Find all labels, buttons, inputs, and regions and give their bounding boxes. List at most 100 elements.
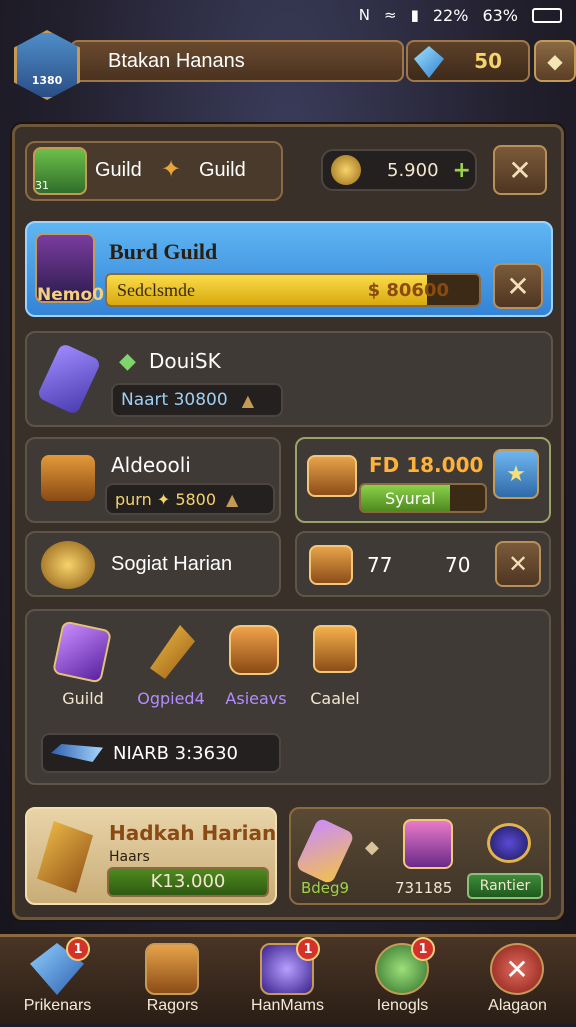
- battery-percent-2: 63%: [482, 5, 518, 25]
- wifi-icon: ≈: [384, 6, 397, 24]
- reward-title: FD 18.000: [369, 453, 484, 477]
- avatar-tag: 1380: [31, 74, 63, 87]
- reward-card[interactable]: FD 18.000 Syural ★: [295, 437, 551, 523]
- inventory-item-3[interactable]: Asieavs: [215, 625, 297, 708]
- small-chest-icon: [309, 545, 353, 585]
- gem-count: 50: [474, 49, 502, 73]
- item-row-2-title: Aldeooli: [111, 453, 191, 477]
- reward-button-label: Syural: [385, 489, 436, 508]
- gold-emblem-icon: [41, 541, 95, 589]
- featured-guild-avatar-label: Nemo0: [37, 285, 104, 305]
- notification-icon: N: [358, 6, 371, 24]
- purple-chest-icon: [403, 819, 453, 869]
- inventory-item-2-label: Ogpied4: [137, 689, 205, 708]
- chest-nav-icon: [145, 943, 199, 995]
- bottom-nav: 1 Prikenars Ragors 1 HanMams 1 Ienogls ✕…: [0, 934, 576, 1024]
- item-row-1-value: Naart 30800: [121, 390, 228, 410]
- star-shield-icon[interactable]: ★: [493, 449, 539, 499]
- chest-icon-2: [313, 625, 357, 673]
- guild-label-a: Guild: [95, 159, 142, 181]
- loot-card[interactable]: ◆ Bdeg9 731185 Rantier: [289, 807, 551, 905]
- nav-item-prikenars[interactable]: 1 Prikenars: [0, 937, 115, 1027]
- inventory-panel: Guild Ogpied4 Asieavs Caalel NIARB 3:363…: [25, 609, 551, 785]
- close-guild-header-button[interactable]: ✕: [493, 145, 547, 195]
- gem-counter: 50: [406, 40, 530, 82]
- flame-icon-2: ▲: [226, 489, 239, 509]
- guild-avatar-level: 31: [35, 179, 49, 192]
- coin-plus-icon[interactable]: +: [453, 158, 471, 183]
- featured-guild-progress-bar: Sedclsmde $ 80600: [105, 273, 481, 307]
- loot-label-b: 731185: [395, 879, 453, 897]
- nav-item-hanmams[interactable]: 1 HanMams: [230, 937, 345, 1027]
- quest-subtitle: Haars: [109, 849, 150, 865]
- item-row-1-title: DouiSK: [149, 349, 221, 373]
- flame-icon: ▲: [241, 390, 255, 410]
- battery-icon: [532, 7, 562, 23]
- inventory-item-2[interactable]: Ogpied4: [127, 625, 215, 708]
- coin-icon: [331, 155, 361, 185]
- trophy-icon: [37, 821, 93, 893]
- item-row-2[interactable]: Aldeooli purn ✦ 5800 ▲: [25, 437, 281, 523]
- quest-card[interactable]: Hadkah Harian Haars K13.000: [25, 807, 277, 905]
- inventory-field-value: NIARB 3:3630: [113, 742, 238, 764]
- signal-icon: ▮: [410, 6, 419, 24]
- battery-percent-1: 22%: [432, 5, 469, 25]
- chest-icon: [307, 455, 357, 497]
- quest-value-button[interactable]: K13.000: [107, 867, 269, 897]
- nav-label-5: Alagaon: [488, 997, 547, 1014]
- nav-label-2: Ragors: [146, 997, 199, 1014]
- nav-label-1: Prikenars: [23, 997, 92, 1014]
- inventory-item-1-label: Guild: [62, 689, 104, 708]
- nav-label-4: Ienogls: [376, 997, 429, 1014]
- nav-item-ragors[interactable]: Ragors: [115, 937, 230, 1027]
- nav-badge-3: 1: [296, 937, 320, 961]
- blue-crystal-icon: [51, 744, 103, 762]
- guild-coin-counter: 5.900 +: [321, 149, 477, 191]
- telescope-icon: [487, 823, 531, 863]
- cannon-icon: [41, 455, 95, 501]
- green-gem-icon: ◆: [119, 349, 136, 374]
- gem-icon: [414, 46, 444, 78]
- chest-value-b: 70: [445, 553, 471, 577]
- loot-button-label: Rantier: [479, 878, 531, 894]
- chest-row[interactable]: 77 70 ✕: [295, 531, 551, 597]
- main-panel: 31 Guild ✦ Guild 5.900 + ✕ Nemo0 Burd Gu…: [12, 124, 564, 920]
- treasure-pot-icon: [229, 625, 279, 675]
- item-row-1-field: Naart 30800 ▲: [111, 383, 283, 417]
- add-gems-button[interactable]: ◆: [534, 40, 576, 82]
- inventory-item-1[interactable]: Guild: [47, 620, 119, 708]
- hammer-icon: [150, 625, 195, 679]
- guild-emblem-icon: ✦: [161, 155, 182, 183]
- item-row-1[interactable]: ◆ DouiSK Naart 30800 ▲: [25, 331, 553, 427]
- close-featured-guild-button[interactable]: ✕: [493, 263, 543, 309]
- inventory-item-4-label: Caalel: [310, 689, 360, 708]
- inventory-item-4[interactable]: Caalel: [299, 625, 371, 708]
- item-row-2-value: purn ✦ 5800: [115, 489, 217, 509]
- inventory-item-3-label: Asieavs: [225, 689, 287, 708]
- nav-item-alagaon[interactable]: ✕ Alagaon: [460, 937, 575, 1027]
- inventory-field[interactable]: NIARB 3:3630: [41, 733, 281, 773]
- nav-label-3: HanMams: [251, 997, 324, 1014]
- loot-label-a: Bdeg9: [301, 879, 350, 897]
- close-chest-row-button[interactable]: ✕: [495, 541, 541, 587]
- featured-guild-name: Burd Guild: [109, 239, 218, 264]
- guild-label-b: Guild: [199, 159, 246, 181]
- loot-action-button[interactable]: Rantier: [467, 873, 543, 899]
- reward-progress-bar[interactable]: Syural: [359, 483, 487, 513]
- guild-header-card[interactable]: 31 Guild ✦ Guild: [25, 141, 283, 201]
- golden-key-icon: [295, 817, 355, 885]
- quest-value: K13.000: [150, 871, 226, 892]
- quest-title: Hadkah Harian: [109, 821, 277, 845]
- guild-coins: 5.900: [387, 159, 439, 181]
- item-row-3[interactable]: Sogiat Harian: [25, 531, 281, 597]
- item-row-3-title: Sogiat Harian: [111, 553, 233, 575]
- scroll-item-icon: [36, 342, 102, 416]
- featured-guild-card[interactable]: Nemo0 Burd Guild Sedclsmde $ 80600 ✕: [25, 221, 553, 317]
- featured-guild-bar-value: $ 80600: [367, 280, 449, 301]
- nav-item-ienogls[interactable]: 1 Ienogls: [345, 937, 460, 1027]
- player-name-plate[interactable]: Btakan Hanans: [70, 40, 404, 82]
- status-bar: N ≈ ▮ 22% 63%: [0, 0, 576, 30]
- chest-value-a: 77: [367, 553, 393, 577]
- top-bar: Btakan Hanans 1380 50 ◆: [14, 30, 576, 100]
- featured-guild-bar-label: Sedclsmde: [117, 280, 195, 300]
